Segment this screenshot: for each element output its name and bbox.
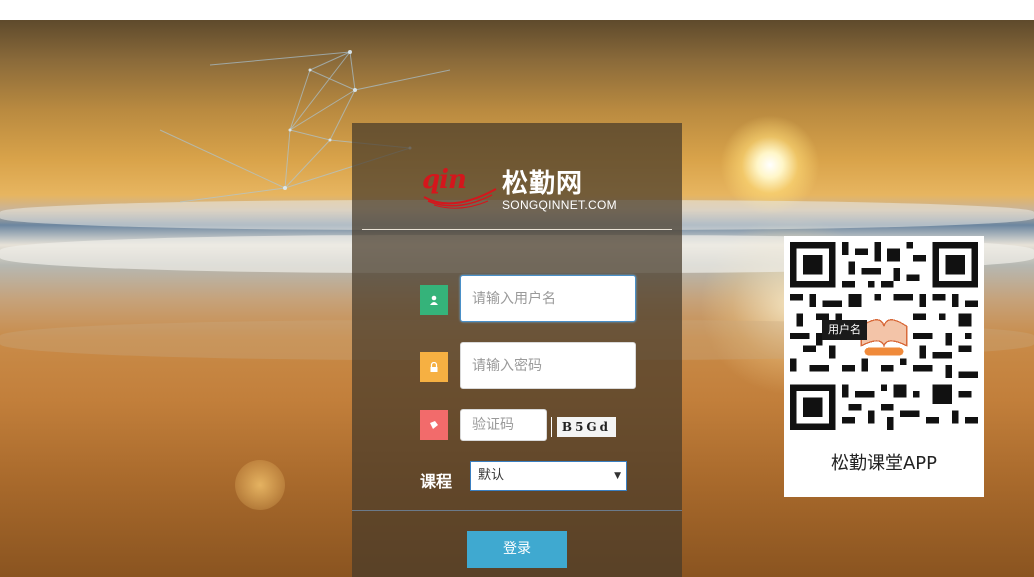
logo-swoosh-icon [423, 188, 497, 209]
dropdown-arrow-icon: ▼ [614, 471, 621, 481]
app-qr-card: 用户名 松勤课堂APP [784, 236, 984, 497]
captcha-image[interactable]: B5Gd [557, 417, 616, 437]
username-input[interactable] [460, 275, 636, 322]
captcha-separator [551, 417, 552, 437]
captcha-icon [420, 410, 448, 440]
course-selected-value: 默认 [478, 468, 505, 483]
captcha-input[interactable] [460, 409, 547, 441]
divider [362, 229, 672, 230]
login-button[interactable]: 登录 [467, 531, 567, 568]
password-input[interactable] [460, 342, 636, 389]
divider [352, 510, 682, 511]
qr-caption: 松勤课堂APP [830, 453, 938, 474]
tooltip: 用户名 [822, 320, 867, 340]
lens-glow [235, 460, 285, 510]
logo-name: 松勤网 [502, 169, 584, 199]
login-panel: qin 松勤网 SONGQINNET.COM B5Gd 课程 默认 ▼ 登录 [352, 123, 682, 577]
user-icon [420, 285, 448, 315]
lock-icon [420, 352, 448, 382]
course-select[interactable]: 默认 ▼ [470, 461, 627, 491]
qr-code [790, 242, 978, 430]
songqin-logo: qin 松勤网 SONGQINNET.COM [422, 161, 622, 213]
course-label: 课程 [420, 472, 453, 491]
logo-subtitle: SONGQINNET.COM [502, 198, 617, 212]
